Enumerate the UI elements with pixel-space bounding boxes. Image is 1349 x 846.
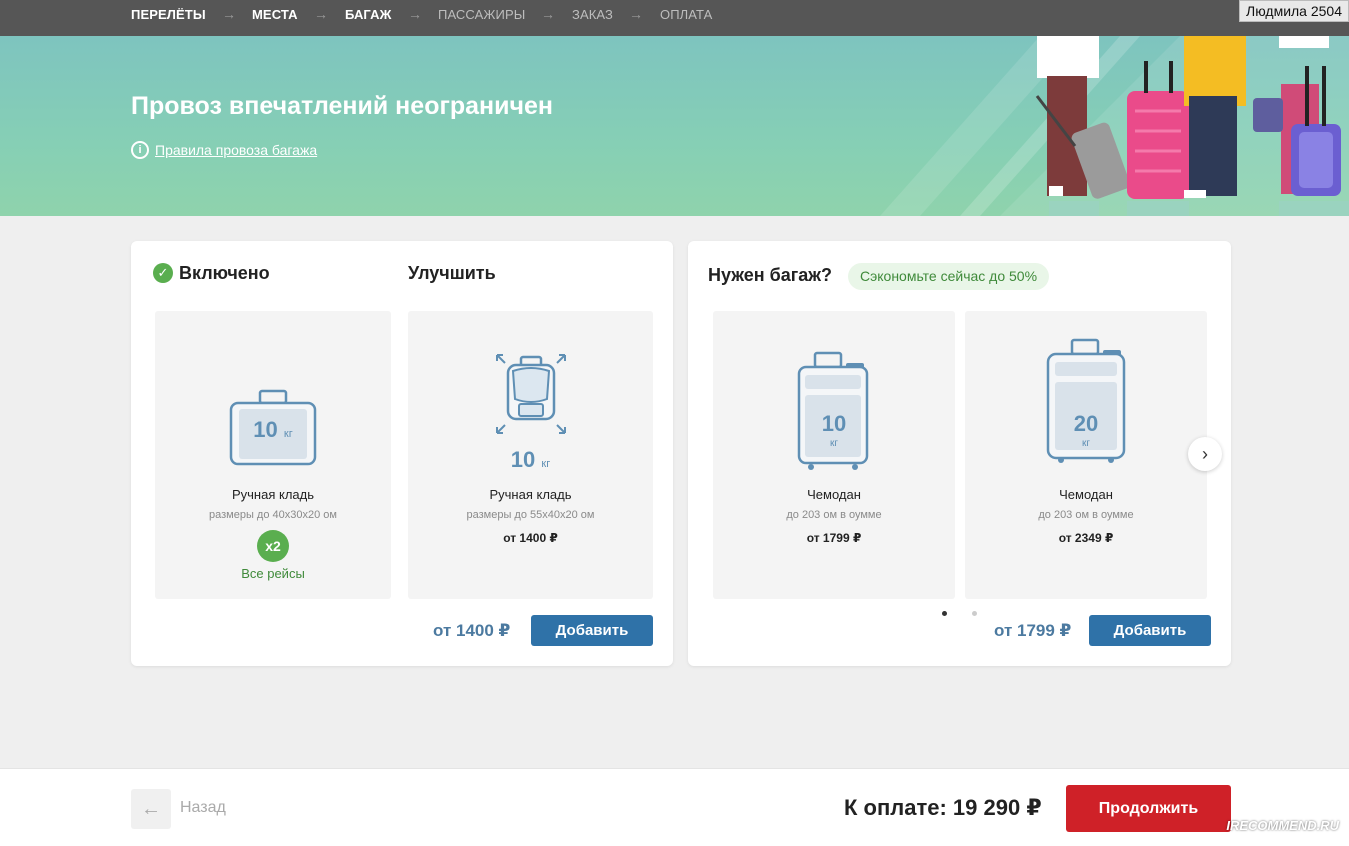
upgrade-heading: Улучшить [408,263,496,283]
suitcase-tile-price: от 1799 ₽ [806,531,862,545]
included-weight-value: 10 [253,417,278,442]
suitcase-weight: 20 [1073,411,1099,436]
total-to-pay: К оплате: 19 290 ₽ [844,795,1042,820]
included-weight-unit: кг [283,428,293,440]
included-hand-luggage-tile: 10 кг Ручная кладь размеры до 40х30х20 о… [155,311,391,599]
booking-steps: ПЕРЕЛЁТЫ → МЕСТА → БАГАЖ → ПАССАЖИРЫ → З… [0,0,1349,36]
suitcase-tile-name: Чемодан [1059,487,1113,502]
baggage-price: от 1799 ₽ [994,621,1072,640]
step-arrow-icon: → [629,6,643,22]
suitcase-weight-unit: кг [1081,438,1091,449]
upgrade-tile-size: размеры до 55х40х20 ом [466,509,595,521]
hand-luggage-price: от 1400 ₽ [433,621,511,640]
step-arrow-icon: → [541,6,555,22]
suitcase-weight: 10 [821,411,847,436]
baggage-rules-link[interactable]: Правила провоза багажа [155,142,317,158]
hero-banner: Провоз впечатлений неограничен i Правила… [0,36,1349,216]
suitcase-weight-unit: кг [829,438,839,449]
baggage-rules-link-wrap[interactable]: i Правила провоза багажа [131,141,317,159]
add-hand-luggage-button[interactable]: Добавить [531,615,653,646]
travelers-illustration [1035,36,1349,216]
step-baggage[interactable]: БАГАЖ [345,7,391,22]
suitcase-tile[interactable]: 10 кг Чемодан до 203 ом в оумме от 1799 … [713,311,955,599]
backpack-icon [496,354,566,434]
carousel-dot[interactable] [972,611,977,616]
included-baggage-card: ✓ Включено Улучшить 10 кг Ручная кладь р… [131,241,673,666]
arrow-left-icon: ← [141,797,161,820]
step-arrow-icon: → [408,6,422,22]
carousel-dot-active[interactable] [942,611,947,616]
included-tile-size: размеры до 40х30х20 ом [209,509,337,521]
included-weight: 10 кг [155,417,391,443]
back-label[interactable]: Назад [180,799,226,817]
upgrade-hand-luggage-tile[interactable]: 10 кг Ручная кладь размеры до 55х40х20 о… [408,311,653,599]
continue-button[interactable]: Продолжить [1066,785,1231,832]
step-arrow-icon: → [314,6,328,22]
step-seats[interactable]: МЕСТА [252,7,298,22]
suitcase-tile-size: до 203 ом в оумме [786,509,882,521]
check-icon: ✓ [153,263,173,283]
chevron-right-icon: › [1202,443,1208,464]
suitcase-tile-name: Чемодан [807,487,861,502]
step-order: ЗАКАЗ [572,7,613,22]
step-flights[interactable]: ПЕРЕЛЁТЫ [131,7,206,22]
upgrade-tile-name: Ручная кладь [489,487,572,502]
suitcase-tile-size: до 203 ом в оумме [1038,509,1134,521]
add-baggage-button[interactable]: Добавить [1089,615,1211,646]
checked-baggage-card: Нужен багаж? Сэкономьте сейчас до 50% 10… [688,241,1231,666]
step-passengers: ПАССАЖИРЫ [438,7,526,22]
need-baggage-heading: Нужен багаж? [708,265,833,285]
back-button[interactable]: ← [131,789,171,829]
discount-badge: Сэкономьте сейчас до 50% [848,263,1050,290]
watermark-user: Людмила 2504 [1239,0,1349,22]
included-tile-name: Ручная кладь [231,487,314,502]
multiplier-badge: x2 [257,530,289,562]
all-flights-label: Все рейсы [241,566,305,581]
carousel-next-button[interactable]: › [1188,437,1222,471]
included-heading: Включено [179,263,270,283]
upgrade-weight-unit: кг [541,458,551,470]
suitcase-tile-price: от 2349 ₽ [1058,531,1114,545]
step-arrow-icon: → [222,6,236,22]
upgrade-weight: 10 кг [408,447,653,473]
upgrade-weight-value: 10 [510,447,536,472]
hero-title: Провоз впечатлений неограничен [131,92,554,120]
step-payment: ОПЛАТА [660,7,713,22]
footer-bar: ← Назад К оплате: 19 290 ₽ Продолжить IR… [0,768,1349,846]
info-icon: i [131,141,149,159]
upgrade-tile-price: от 1400 ₽ [503,531,558,545]
suitcase-tile[interactable]: 20 кг Чемодан до 203 ом в оумме от 2349 … [965,311,1207,599]
site-watermark: IRECOMMEND.RU [1226,818,1339,833]
